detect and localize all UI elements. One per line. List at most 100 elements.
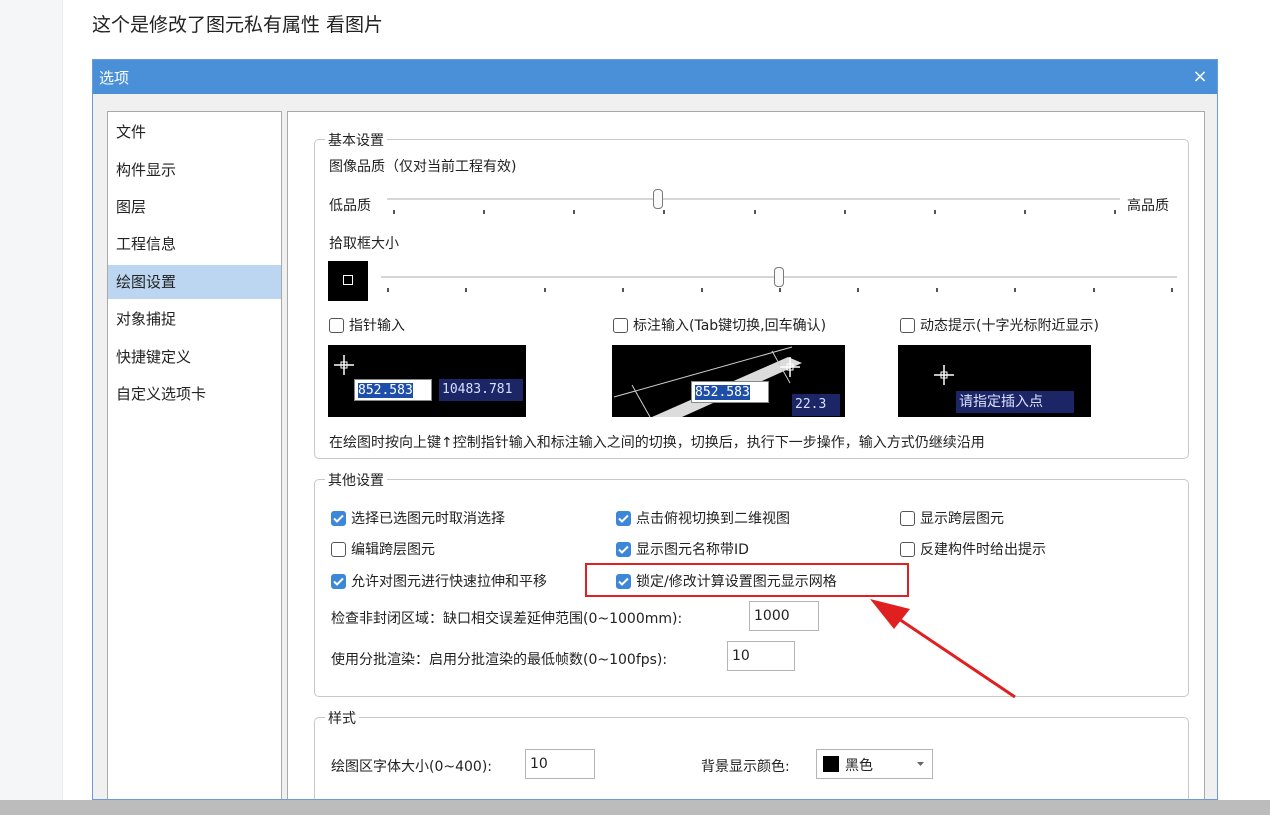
pointer-input-preview: 852.583 10483.781: [328, 345, 526, 417]
checkbox-box: [900, 317, 915, 333]
quick-stretch-move-checkbox[interactable]: 允许对图元进行快速拉伸和平移: [331, 571, 547, 591]
slider-tick: [933, 210, 936, 214]
nav-item-drawing-settings[interactable]: 绘图设置: [108, 265, 281, 299]
basic-settings-group: 基本设置 图像品质（仅对当前工程有效) 低品质 高品质 拾取框大小 指针输入 标…: [314, 130, 1189, 459]
pointer-input-label: 指针输入: [349, 318, 405, 334]
bg-color-select[interactable]: 黑色: [816, 749, 933, 779]
checkbox-box: [900, 510, 915, 526]
slider-tick: [1092, 288, 1095, 292]
dynamic-hint-preview: 请指定插入点: [898, 345, 1091, 417]
slider-tick: [387, 288, 389, 292]
slider-tick: [483, 210, 486, 214]
pointer-preview-input-x: 852.583: [354, 379, 432, 401]
color-swatch: [823, 756, 839, 772]
slider-tick: [543, 288, 546, 292]
close-button[interactable]: ×: [1183, 60, 1217, 94]
font-size-input[interactable]: 10: [525, 749, 595, 779]
checkbox-box: [329, 317, 344, 333]
style-group: 样式 绘图区字体大小(0~400): 10 背景显示颜色: 黑色: [314, 708, 1189, 799]
checkbox-label: 反建构件时给出提示: [920, 542, 1046, 558]
dimension-input-checkbox[interactable]: 标注输入(Tab键切换,回车确认): [613, 315, 826, 335]
image-quality-label: 图像品质（仅对当前工程有效): [329, 159, 517, 175]
dimension-preview-input-angle: 22.3: [792, 394, 840, 416]
checkbox-label: 允许对图元进行快速拉伸和平移: [351, 574, 547, 590]
page-bottom-bar: [0, 800, 1270, 815]
slider-tick: [573, 210, 576, 214]
batch-render-label: 使用分批渲染：启用分批渲染的最低帧数(0~100fps):: [331, 652, 668, 668]
deselect-selected-checkbox[interactable]: 选择已选图元时取消选择: [331, 508, 505, 528]
checkbox-label: 显示图元名称带ID: [636, 542, 749, 558]
nav-item-project-info[interactable]: 工程信息: [108, 227, 281, 261]
dialog-title: 选项: [99, 69, 130, 87]
post-caption: 这个是修改了图元私有属性 看图片: [92, 14, 384, 36]
checkbox-box: [616, 573, 631, 589]
checkbox-box: [331, 541, 346, 557]
nav-item-file[interactable]: 文件: [108, 115, 281, 149]
gap-tolerance-input[interactable]: 1000: [749, 601, 819, 631]
page-left-strip: [0, 0, 63, 800]
quality-low-label: 低品质: [329, 198, 371, 214]
dropdown-arrow-icon: [917, 762, 924, 766]
dimension-preview-input-length: 852.583: [691, 381, 769, 403]
nav-item-shortcuts[interactable]: 快捷键定义: [108, 340, 281, 374]
bg-color-label: 背景显示颜色:: [701, 759, 790, 775]
pick-box-preview: [328, 261, 368, 301]
nav-item-layers[interactable]: 图层: [108, 190, 281, 224]
show-cross-layer-checkbox[interactable]: 显示跨层图元: [900, 508, 1004, 528]
slider-tick: [1171, 288, 1173, 292]
nav-item-object-snap[interactable]: 对象捕捉: [108, 302, 281, 336]
slider-tick: [1114, 210, 1116, 214]
slider-tick: [935, 288, 938, 292]
checkbox-label: 点击俯视切换到二维视图: [636, 511, 790, 527]
checkbox-box: [331, 573, 346, 589]
checkbox-box: [331, 510, 346, 526]
dynamic-hint-checkbox[interactable]: 动态提示(十字光标附近显示): [900, 315, 1099, 335]
checkbox-label: 锁定/修改计算设置图元显示网格: [636, 574, 837, 590]
slider-tick: [700, 288, 703, 292]
gap-tolerance-label: 检查非封闭区域：缺口相交误差延伸范围(0~1000mm):: [331, 611, 683, 627]
slider-tick: [393, 210, 395, 214]
slider-tick: [857, 288, 860, 292]
slider-tick: [663, 210, 666, 214]
checkbox-box: [616, 510, 631, 526]
nav-item-component-display[interactable]: 构件显示: [108, 153, 281, 187]
lock-calc-grid-checkbox[interactable]: 锁定/修改计算设置图元显示网格: [616, 571, 837, 591]
other-settings-legend: 其他设置: [325, 470, 387, 490]
quality-slider-thumb[interactable]: [653, 189, 664, 209]
edit-cross-layer-checkbox[interactable]: 编辑跨层图元: [331, 539, 435, 559]
slider-tick: [1014, 288, 1017, 292]
options-dialog: 选项 × 文件 构件显示 图层 工程信息 绘图设置 对象捕捉 快捷键定义 自定义…: [92, 59, 1218, 800]
other-settings-group: 其他设置 选择已选图元时取消选择 点击俯视切换到二维视图 显示跨层图元 编辑跨层…: [314, 470, 1189, 697]
pick-box-size-label: 拾取框大小: [329, 236, 399, 252]
slider-tick: [779, 288, 781, 292]
checkbox-label: 显示跨层图元: [920, 511, 1004, 527]
bg-color-value: 黑色: [845, 758, 873, 774]
checkbox-label: 编辑跨层图元: [351, 542, 435, 558]
annotation-arrow-icon: [870, 599, 1016, 699]
slider-tick: [1023, 210, 1026, 214]
topview-2d-checkbox[interactable]: 点击俯视切换到二维视图: [616, 508, 790, 528]
pointer-preview-input-y: 10483.781: [439, 379, 523, 401]
pick-box-square-icon: [343, 275, 353, 285]
dynamic-hint-label: 动态提示(十字光标附近显示): [920, 318, 1099, 334]
pointer-input-checkbox[interactable]: 指针输入: [329, 315, 405, 335]
checkbox-box: [616, 541, 631, 557]
slider-tick: [843, 210, 846, 214]
batch-render-input[interactable]: 10: [727, 641, 795, 671]
settings-panel: 基本设置 图像品质（仅对当前工程有效) 低品质 高品质 拾取框大小 指针输入 标…: [287, 111, 1205, 799]
dynamic-hint-prompt: 请指定插入点: [956, 391, 1074, 413]
dimension-input-label: 标注输入(Tab键切换,回车确认): [633, 318, 827, 334]
checkbox-label: 选择已选图元时取消选择: [351, 511, 505, 527]
reverse-build-prompt-checkbox[interactable]: 反建构件时给出提示: [900, 539, 1046, 559]
checkbox-box: [900, 541, 915, 557]
options-nav: 文件 构件显示 图层 工程信息 绘图设置 对象捕捉 快捷键定义 自定义选项卡: [107, 111, 282, 799]
pick-size-slider-thumb[interactable]: [774, 267, 784, 287]
nav-item-custom-tabs[interactable]: 自定义选项卡: [108, 377, 281, 411]
quality-slider-track[interactable]: [387, 198, 1120, 200]
slider-tick: [753, 210, 756, 214]
style-legend: 样式: [325, 708, 359, 728]
slider-tick: [465, 288, 468, 292]
quality-high-label: 高品质: [1127, 198, 1169, 214]
show-name-with-id-checkbox[interactable]: 显示图元名称带ID: [616, 539, 749, 559]
font-size-label: 绘图区字体大小(0~400):: [331, 759, 492, 775]
